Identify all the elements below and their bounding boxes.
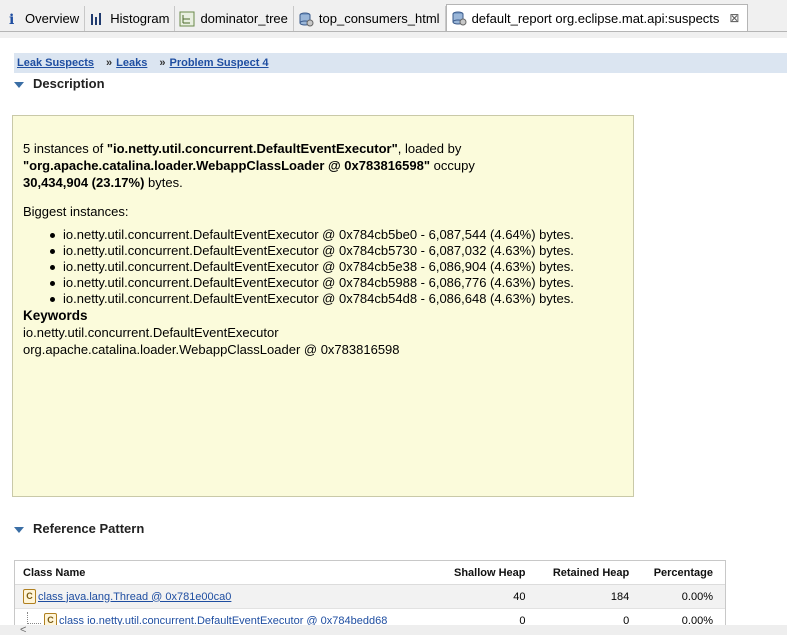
breadcrumb: Leak Suspects » Leaks » Problem Suspect … <box>14 53 787 73</box>
list-item: io.netty.util.concurrent.DefaultEventExe… <box>23 259 583 275</box>
row-class-cell: C class java.lang.Thread @ 0x781e00ca0 <box>15 589 430 604</box>
breadcrumb-separator: » <box>159 57 166 69</box>
instance-list: io.netty.util.concurrent.DefaultEventExe… <box>23 227 623 307</box>
section-title: Description <box>33 76 105 91</box>
tab-label: default_report org.eclipse.mat.api:suspe… <box>471 10 720 26</box>
biggest-instances-label: Biggest instances: <box>23 204 129 219</box>
summary-prefix: 5 instances of <box>23 141 107 156</box>
summary-occupy: occupy <box>430 158 475 173</box>
column-percentage[interactable]: Percentage <box>633 567 725 579</box>
tree-icon <box>179 11 195 27</box>
retained-size: 30,434,904 (23.17%) <box>23 175 145 190</box>
retained-heap-cell: 184 <box>610 590 630 603</box>
editor-tab-bar: i Overview Histogram dominator_tree top_… <box>0 0 787 38</box>
keyword-item: org.apache.catalina.loader.WebappClassLo… <box>23 342 400 357</box>
shallow-heap-cell: 40 <box>513 590 526 603</box>
scroll-left-icon[interactable]: < <box>20 625 26 635</box>
svg-text:i: i <box>9 12 14 27</box>
class-link[interactable]: class java.lang.Thread @ 0x781e00ca0 <box>38 591 231 603</box>
info-icon: i <box>4 11 20 28</box>
collapse-triangle-icon <box>14 81 24 88</box>
report-gear-icon <box>451 10 467 26</box>
tab-dominator-tree[interactable]: dominator_tree <box>175 6 294 31</box>
column-class-name[interactable]: Class Name <box>15 567 430 579</box>
class-loader: "org.apache.catalina.loader.WebappClassL… <box>23 158 431 173</box>
summary-bytes: bytes. <box>144 175 183 190</box>
description-section-toggle[interactable]: Description <box>14 76 105 91</box>
class-icon: C <box>23 589 36 604</box>
list-item: io.netty.util.concurrent.DefaultEventExe… <box>23 243 583 259</box>
list-item: io.netty.util.concurrent.DefaultEventExe… <box>23 275 583 291</box>
close-icon[interactable]: ⊠ <box>729 11 739 25</box>
tab-top-consumers-html[interactable]: top_consumers_html <box>294 6 446 31</box>
list-item: io.netty.util.concurrent.DefaultEventExe… <box>23 291 583 307</box>
breadcrumb-problem-suspect-4[interactable]: Problem Suspect 4 <box>170 57 269 69</box>
description-panel: 5 instances of "io.netty.util.concurrent… <box>12 115 634 497</box>
breadcrumb-leaks[interactable]: Leaks <box>116 57 147 69</box>
reference-pattern-section-toggle[interactable]: Reference Pattern <box>14 521 144 536</box>
keywords-label: Keywords <box>23 308 88 323</box>
keyword-item: io.netty.util.concurrent.DefaultEventExe… <box>23 325 279 340</box>
reference-pattern-table: Class Name Shallow Heap Retained Heap Pe… <box>14 560 726 633</box>
table-header: Class Name Shallow Heap Retained Heap Pe… <box>15 561 725 585</box>
collapse-triangle-icon <box>14 526 24 533</box>
tree-connector <box>27 611 41 624</box>
class-name: "io.netty.util.concurrent.DefaultEventEx… <box>106 141 398 156</box>
breadcrumb-leak-suspects[interactable]: Leak Suspects <box>17 57 94 69</box>
tab-label: top_consumers_html <box>318 11 440 26</box>
summary-text: 5 instances of "io.netty.util.concurrent… <box>23 140 623 191</box>
percentage-cell: 0.00% <box>681 590 713 603</box>
column-retained-heap[interactable]: Retained Heap <box>530 567 634 579</box>
tab-divider <box>0 31 787 32</box>
tab-default-report[interactable]: default_report org.eclipse.mat.api:suspe… <box>445 4 749 31</box>
tab-overview[interactable]: i Overview <box>0 6 86 31</box>
summary-loaded-by: , loaded by <box>397 141 462 156</box>
horizontal-scrollbar[interactable]: < <box>0 625 787 635</box>
tab-label: Histogram <box>110 11 170 26</box>
tab-label: dominator_tree <box>200 11 288 26</box>
database-icon <box>298 11 314 27</box>
tab-label: Overview <box>25 11 80 26</box>
breadcrumb-separator: » <box>106 57 113 69</box>
tab-histogram[interactable]: Histogram <box>85 6 176 31</box>
table-row[interactable]: C class java.lang.Thread @ 0x781e00ca0 4… <box>15 585 725 609</box>
histogram-icon <box>89 11 105 27</box>
section-title: Reference Pattern <box>33 521 145 536</box>
list-item: io.netty.util.concurrent.DefaultEventExe… <box>23 227 583 243</box>
column-shallow-heap[interactable]: Shallow Heap <box>430 567 530 579</box>
